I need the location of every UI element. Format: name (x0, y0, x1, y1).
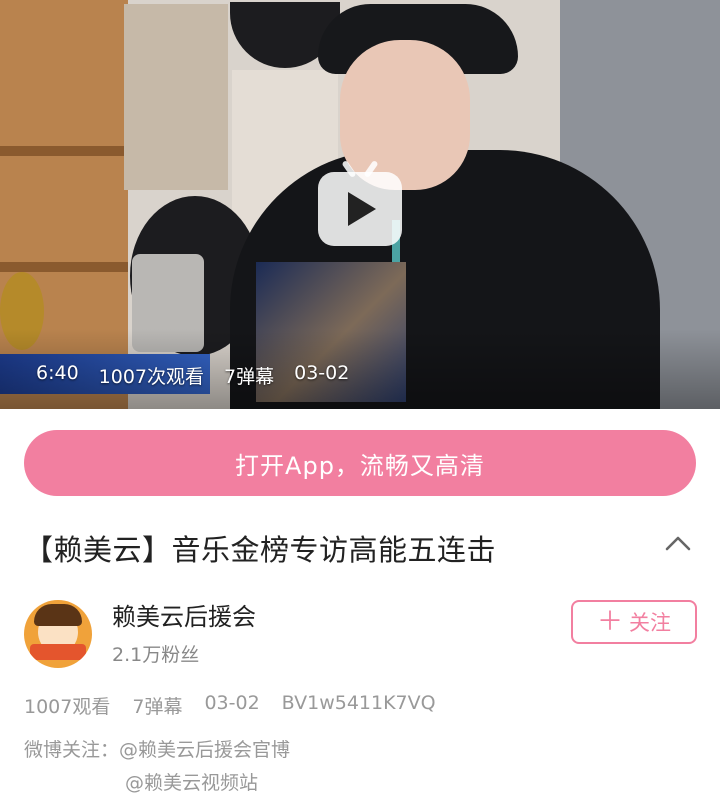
bilibili-play-icon[interactable] (318, 159, 402, 246)
video-title: 【赖美云】音乐金榜专访高能五连击 (24, 533, 497, 567)
description-line-2: @赖美云视频站 (125, 772, 259, 794)
video-stats: 1007观看 7弹幕 03-02 BV1w5411K7VQ (24, 692, 436, 719)
avatar[interactable] (24, 600, 92, 668)
video-views: 1007次观看 (98, 366, 205, 388)
video-duration: 6:40 (36, 362, 79, 384)
video-date: 03-02 (294, 362, 350, 384)
fans-count: 2.1万粉丝 (112, 644, 200, 666)
follow-button[interactable]: ＋ 关注 (571, 600, 697, 644)
stat-date: 03-02 (204, 692, 260, 714)
video-danmaku: 7弹幕 (224, 366, 275, 388)
video-player[interactable]: 6:40 1007次观看 7弹幕 03-02 (0, 0, 720, 409)
stat-danmaku: 7弹幕 (132, 696, 183, 718)
stat-views: 1007观看 (24, 696, 111, 718)
description-line-1: 微博关注：@赖美云后援会官博 (24, 739, 291, 761)
video-meta-overlay: 6:40 1007次观看 7弹幕 03-02 (36, 362, 349, 389)
plus-icon: ＋ (596, 607, 623, 637)
chevron-up-icon[interactable] (664, 533, 692, 553)
open-app-button[interactable]: 打开App，流畅又高清 (24, 430, 696, 496)
uploader-name[interactable]: 赖美云后援会 (112, 597, 256, 632)
stat-bvid: BV1w5411K7VQ (281, 692, 436, 714)
follow-label: 关注 (629, 611, 671, 635)
